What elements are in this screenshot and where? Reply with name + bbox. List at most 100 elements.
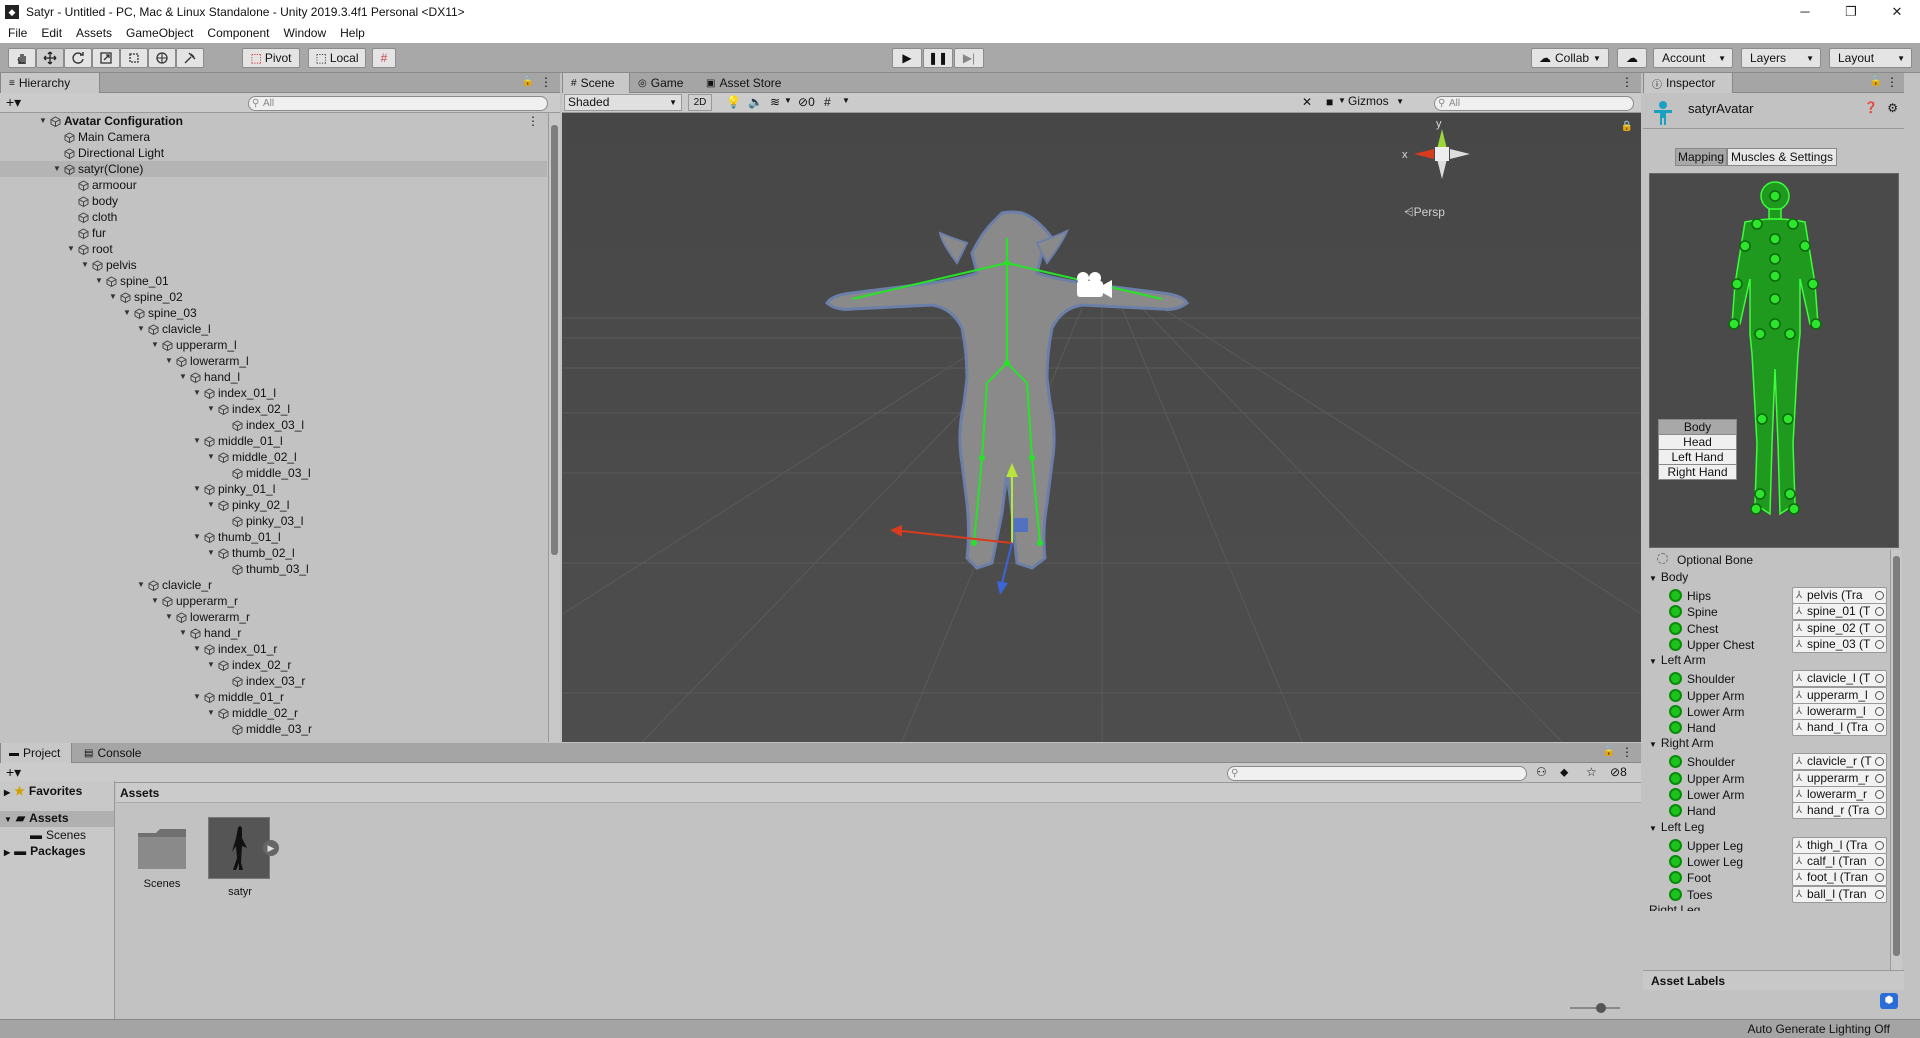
object-picker-icon[interactable] <box>1875 607 1884 617</box>
bone-transform-field[interactable]: spine_03 (T <box>1792 635 1887 653</box>
humanoid-silhouette[interactable] <box>1650 174 1900 549</box>
asset-labels-section[interactable]: Asset Labels <box>1643 970 1904 990</box>
head-view-button[interactable]: Head <box>1658 434 1737 450</box>
hierarchy-item[interactable]: ▼ clavicle_l <box>0 321 547 337</box>
tools-icon[interactable]: ✕ <box>1302 95 1312 109</box>
chevron-down-icon[interactable]: ▼ <box>150 337 160 353</box>
tab-game[interactable]: ◎ Game <box>630 73 694 93</box>
object-picker-icon[interactable] <box>1875 690 1884 700</box>
hierarchy-item[interactable]: ▼ lowerarm_r <box>0 609 547 625</box>
maximize-button[interactable]: ❐ <box>1828 0 1874 23</box>
label-tag-icon[interactable]: ⬢ <box>1880 993 1898 1009</box>
scale-tool-button[interactable] <box>92 48 120 68</box>
bone-status-icon[interactable] <box>1669 804 1682 818</box>
thumbnail-size-slider[interactable] <box>1570 1003 1620 1013</box>
satyr-model[interactable] <box>825 210 1189 570</box>
play-button[interactable]: ▶ <box>892 48 922 68</box>
grid-toggle-icon[interactable]: # <box>824 95 831 109</box>
hierarchy-item[interactable]: ▼ middle_02_l <box>0 449 547 465</box>
chevron-down-icon[interactable]: ▼ <box>206 657 216 673</box>
orientation-gizmo[interactable]: y x <box>1402 121 1482 201</box>
bone-status-icon[interactable] <box>1669 771 1682 785</box>
chevron-down-icon[interactable]: ▼ <box>206 401 216 417</box>
bone-status-icon[interactable] <box>1669 838 1682 852</box>
chevron-down-icon[interactable]: ▼ <box>192 529 202 545</box>
panel-menu-icon[interactable]: ⋮ <box>1621 745 1633 759</box>
panel-menu-icon[interactable]: ⋮ <box>1886 75 1898 89</box>
chevron-down-icon[interactable]: ▼ <box>52 161 62 177</box>
object-picker-icon[interactable] <box>1875 773 1884 783</box>
step-button[interactable]: ▶| <box>954 48 984 68</box>
hidden-packages-counter[interactable]: ⊘8 <box>1610 765 1627 779</box>
chevron-down-icon[interactable]: ▼ <box>164 353 174 369</box>
hidden-objects-counter[interactable]: ⊘0 <box>798 95 815 109</box>
expand-arrow-icon[interactable]: ▶ <box>263 840 279 856</box>
left-hand-view-button[interactable]: Left Hand <box>1658 449 1737 465</box>
pivot-toggle-button[interactable]: ⬚ Pivot <box>242 48 300 68</box>
shading-mode-dropdown[interactable]: Shaded ▼ <box>564 94 682 111</box>
hierarchy-item[interactable]: cloth <box>0 209 547 225</box>
lock-icon[interactable]: 🔒 <box>522 76 534 87</box>
favorites-row[interactable]: ▶ ★ Favorites <box>4 784 82 798</box>
hierarchy-item[interactable]: middle_03_l <box>0 465 547 481</box>
gizmos-dropdown[interactable]: Gizmos ▼ <box>1348 94 1406 111</box>
menu-help[interactable]: Help <box>340 26 365 40</box>
rect-tool-button[interactable] <box>120 48 148 68</box>
bone-status-icon[interactable] <box>1669 788 1682 801</box>
slider-handle[interactable] <box>1596 1003 1606 1013</box>
hierarchy-item[interactable]: Directional Light <box>0 145 547 161</box>
menu-window[interactable]: Window <box>283 26 326 40</box>
menu-gameobject[interactable]: GameObject <box>126 26 193 40</box>
bone-status-icon[interactable] <box>1669 755 1682 769</box>
hierarchy-scrollbar[interactable] <box>548 113 560 742</box>
hierarchy-search-input[interactable]: ⚲ All <box>248 96 548 111</box>
hierarchy-item[interactable]: ▼ hand_l <box>0 369 547 385</box>
bone-status-icon[interactable] <box>1669 704 1682 718</box>
scene-viewport[interactable]: y x 🔒 ⩤Persp <box>562 113 1641 742</box>
chevron-down-icon[interactable]: ▼ <box>1338 96 1346 105</box>
chevron-down-icon[interactable]: ▼ <box>192 385 202 401</box>
chevron-down-icon[interactable]: ▼ <box>66 241 76 257</box>
chevron-down-icon[interactable]: ▼ <box>136 321 146 337</box>
chevron-down-icon[interactable]: ▼ <box>150 593 160 609</box>
help-icon[interactable]: ❓ <box>1864 101 1878 114</box>
bone-status-icon[interactable] <box>1669 605 1682 619</box>
object-picker-icon[interactable] <box>1875 623 1884 633</box>
hierarchy-item[interactable]: ▼ thumb_02_l <box>0 545 547 561</box>
chevron-down-icon[interactable]: ▼ <box>108 289 118 305</box>
chevron-down-icon[interactable]: ▼ <box>206 545 216 561</box>
hierarchy-item[interactable]: ▼ Avatar Configuration ⋮ <box>0 113 547 129</box>
object-picker-icon[interactable] <box>1875 706 1884 716</box>
bone-group-header[interactable]: ▼ Left Leg <box>1649 820 1704 834</box>
lock-icon[interactable]: 🔒 <box>1603 746 1615 757</box>
chevron-down-icon[interactable]: ▼ <box>192 689 202 705</box>
chevron-down-icon[interactable]: ▼ <box>784 96 792 105</box>
row-menu-icon[interactable]: ⋮ <box>527 113 539 129</box>
bone-group-header[interactable]: ▼ Left Arm <box>1649 653 1706 667</box>
hierarchy-item[interactable]: ▼ hand_r <box>0 625 547 641</box>
toggle-2d-button[interactable]: 2D <box>688 94 712 111</box>
hierarchy-item[interactable]: thumb_03_l <box>0 561 547 577</box>
bone-status-icon[interactable] <box>1669 688 1682 702</box>
hierarchy-item[interactable]: ▼ root <box>0 241 547 257</box>
create-add-button[interactable]: +▾ <box>6 764 21 781</box>
hierarchy-item[interactable]: ▼ upperarm_l <box>0 337 547 353</box>
hierarchy-item[interactable]: ▼ pinky_01_l <box>0 481 547 497</box>
hierarchy-item[interactable]: ▼ index_02_l <box>0 401 547 417</box>
tab-muscles-settings[interactable]: Muscles & Settings <box>1727 148 1837 166</box>
chevron-down-icon[interactable]: ▼ <box>178 625 188 641</box>
menu-component[interactable]: Component <box>207 26 269 40</box>
right-hand-view-button[interactable]: Right Hand <box>1658 464 1737 480</box>
hierarchy-item[interactable]: ▼ upperarm_r <box>0 593 547 609</box>
bone-group-header[interactable]: ▼ Body <box>1649 570 1688 584</box>
minimize-button[interactable]: ─ <box>1782 0 1828 23</box>
chevron-down-icon[interactable]: ▼ <box>38 113 48 129</box>
object-picker-icon[interactable] <box>1875 591 1884 600</box>
hierarchy-item[interactable]: ▼ spine_01 <box>0 273 547 289</box>
move-tool-button[interactable] <box>36 48 64 68</box>
scene-canvas[interactable] <box>562 113 1641 742</box>
hierarchy-item[interactable]: ▼ satyr(Clone) <box>0 161 547 177</box>
custom-tool-button[interactable] <box>176 48 204 68</box>
hierarchy-item[interactable]: ▼ thumb_01_l <box>0 529 547 545</box>
chevron-down-icon[interactable]: ▼ <box>136 577 146 593</box>
